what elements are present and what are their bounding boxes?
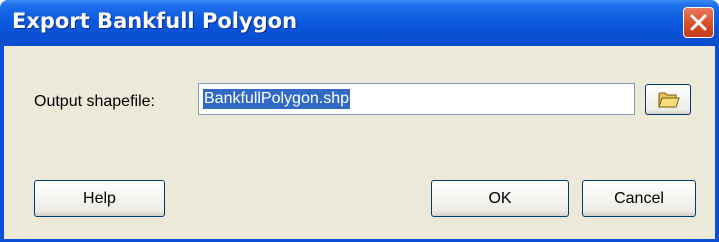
cancel-button[interactable]: Cancel [582,180,696,217]
folder-icon [658,92,680,108]
export-dialog: Export Bankfull Polygon Output shapefile… [0,0,719,242]
ok-button[interactable]: OK [431,180,569,217]
browse-button[interactable] [645,84,691,115]
dialog-title: Export Bankfull Polygon [12,9,298,33]
help-button[interactable]: Help [34,180,165,217]
dialog-body: Output shapefile: BankfullPolygon.shp He… [4,46,715,239]
close-icon [690,14,707,31]
title-bar[interactable]: Export Bankfull Polygon [0,0,719,46]
output-shapefile-label: Output shapefile: [34,93,155,110]
output-shapefile-input[interactable]: BankfullPolygon.shp [198,83,635,115]
close-button[interactable] [683,7,714,38]
output-shapefile-value: BankfullPolygon.shp [203,89,350,109]
